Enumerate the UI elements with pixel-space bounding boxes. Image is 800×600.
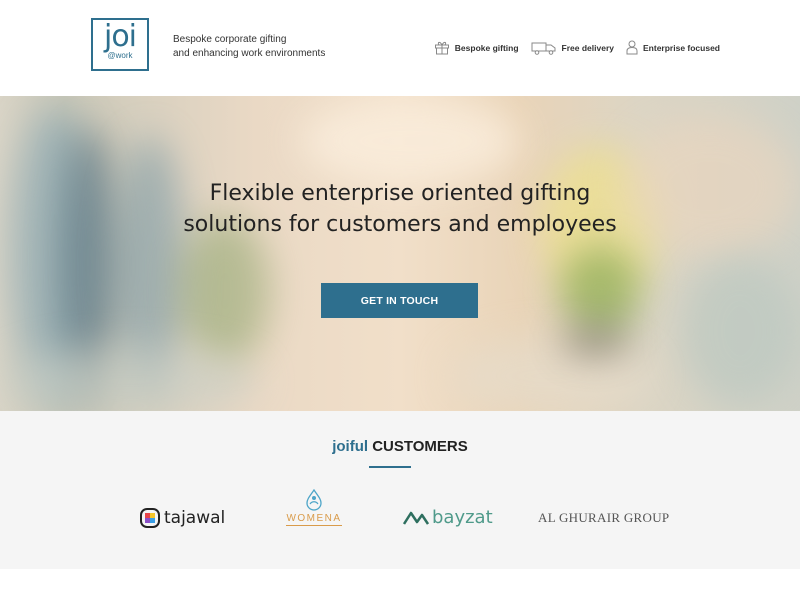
tajawal-mark-icon [140, 508, 160, 528]
brand-name: AL GHURAIR GROUP [538, 510, 670, 525]
brand-name: WOMENA [286, 513, 342, 526]
feature-list: Bespoke gifting Free delivery Enterprise… [422, 40, 720, 55]
tagline: Bespoke corporate gifting and enhancing … [173, 33, 325, 61]
hero-title-line-1: Flexible enterprise oriented gifting [209, 181, 591, 206]
person-icon [626, 40, 638, 55]
customers-heading-text: CUSTOMERS [372, 438, 468, 455]
bayzat-logo: bayzat [403, 507, 493, 528]
gift-icon [434, 41, 449, 55]
customers-heading: joiful CUSTOMERS [0, 438, 800, 455]
feature-free-delivery: Free delivery [531, 41, 614, 55]
feature-label: Enterprise focused [643, 42, 720, 53]
truck-icon [531, 42, 556, 55]
womena-drop-icon [306, 489, 322, 511]
page-bottom [0, 569, 800, 600]
feature-label: Free delivery [561, 42, 614, 53]
heading-underline [369, 466, 411, 468]
feature-enterprise-focused: Enterprise focused [626, 40, 720, 55]
site-header: joi @work Bespoke corporate gifting and … [0, 0, 800, 96]
tajawal-logo: tajawal [140, 508, 225, 528]
tagline-line-1: Bespoke corporate gifting [173, 34, 287, 45]
feature-label: Bespoke gifting [454, 42, 519, 53]
bayzat-mark-icon [403, 511, 429, 525]
hero-title: Flexible enterprise oriented gifting sol… [0, 178, 800, 240]
logo-main-text: joi [103, 19, 137, 54]
customers-heading-accent: joiful [332, 438, 369, 455]
joi-logo[interactable]: joi @work [91, 18, 149, 71]
get-in-touch-button[interactable]: GET IN TOUCH [321, 283, 478, 318]
hero-section: Flexible enterprise oriented gifting sol… [0, 96, 800, 411]
womena-logo: WOMENA [283, 489, 345, 526]
hero-title-line-2: solutions for customers and employees [183, 212, 617, 237]
feature-bespoke-gifting: Bespoke gifting [434, 40, 519, 55]
brand-name: tajawal [164, 508, 226, 528]
brand-name: bayzat [432, 507, 493, 528]
tagline-line-2: and enhancing work environments [173, 48, 326, 59]
al-ghurair-logo: AL GHURAIR GROUP [538, 510, 669, 526]
customers-section: joiful CUSTOMERS tajawal WOMENA bayzat A… [0, 411, 800, 569]
logo-sub-text: @work [107, 51, 133, 60]
